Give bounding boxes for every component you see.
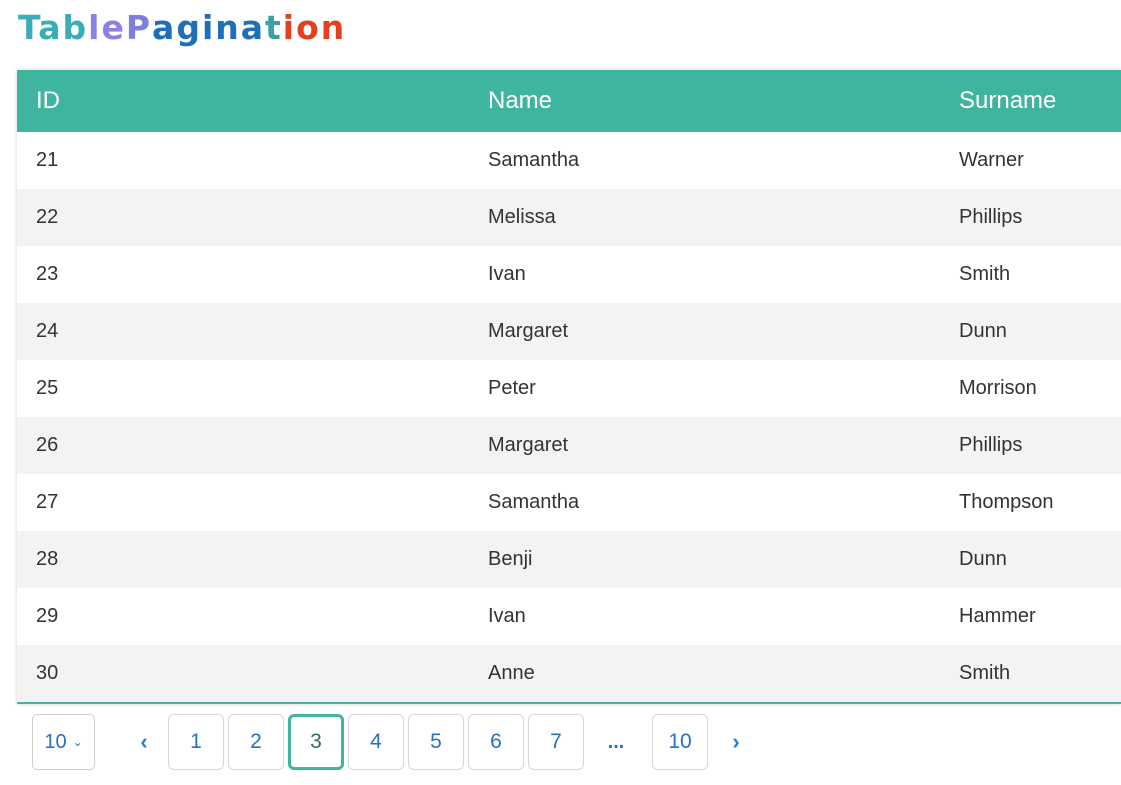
title-part: t bbox=[265, 8, 283, 47]
table-row: 28 Benji Dunn bbox=[17, 531, 1121, 588]
cell-surname: Phillips bbox=[959, 434, 1023, 456]
page-button-7[interactable]: 7 bbox=[528, 714, 584, 770]
cell-id: 21 bbox=[36, 149, 59, 171]
title-part: P bbox=[125, 8, 153, 47]
cell-name: Melissa bbox=[488, 206, 556, 228]
cell-surname: Phillips bbox=[959, 206, 1023, 228]
page-button-1[interactable]: 1 bbox=[168, 714, 224, 770]
cell-name: Anne bbox=[488, 662, 535, 684]
page-title: Table Pagination bbox=[18, 6, 346, 50]
table-row: 30 Anne Smith bbox=[17, 645, 1121, 702]
cell-id: 29 bbox=[36, 605, 59, 627]
cell-name: Peter bbox=[488, 377, 536, 399]
page-button-last[interactable]: 10 bbox=[652, 714, 708, 770]
table-row: 26 Margaret Phillips bbox=[17, 417, 1121, 474]
pagination-ellipsis: ... bbox=[607, 730, 625, 753]
title-part: le bbox=[88, 8, 126, 47]
cell-surname: Smith bbox=[959, 662, 1011, 684]
cell-surname: Dunn bbox=[959, 548, 1007, 570]
table-body: 21 Samantha Warner 22 Melissa Phillips 23 Ivan S… bbox=[17, 132, 1121, 702]
cell-surname: Smith bbox=[959, 263, 1011, 285]
cell-name: Ivan bbox=[488, 263, 526, 285]
table-row: 22 Melissa Phillips bbox=[17, 189, 1121, 246]
next-page-button[interactable]: › bbox=[712, 714, 760, 770]
table-row: 21 Samantha Warner bbox=[17, 132, 1121, 189]
page-button-5[interactable]: 5 bbox=[408, 714, 464, 770]
cell-surname: Warner bbox=[959, 149, 1024, 171]
cell-name: Samantha bbox=[488, 491, 580, 513]
page-list: 1234567 bbox=[168, 714, 588, 770]
table-row: 24 Margaret Dunn bbox=[17, 303, 1121, 360]
cell-name: Benji bbox=[488, 548, 533, 570]
table-row: 25 Peter Morrison bbox=[17, 360, 1121, 417]
table-card: ID Name Surname 21 Samantha Warner 22 Meliss… bbox=[17, 70, 1121, 704]
cell-id: 23 bbox=[36, 263, 59, 285]
chevron-right-icon: › bbox=[732, 729, 740, 754]
cell-surname: Thompson bbox=[959, 491, 1054, 513]
cell-name: Samantha bbox=[488, 149, 580, 171]
chevron-left-icon: ‹ bbox=[140, 729, 148, 754]
page-size-value: 10 bbox=[44, 730, 67, 753]
data-table: ID Name Surname 21 Samantha Warner 22 Meliss… bbox=[17, 70, 1121, 702]
cell-id: 27 bbox=[36, 491, 59, 513]
cell-id: 26 bbox=[36, 434, 59, 456]
cell-id: 25 bbox=[36, 377, 59, 399]
column-header-surname[interactable]: Surname bbox=[940, 70, 1121, 132]
title-part: agina bbox=[152, 8, 266, 47]
cell-id: 24 bbox=[36, 320, 59, 342]
header-row: ID Name Surname bbox=[17, 70, 1121, 132]
page-button-2[interactable]: 2 bbox=[228, 714, 284, 770]
page-button-4[interactable]: 4 bbox=[348, 714, 404, 770]
chevron-down-icon: ⌄ bbox=[72, 735, 83, 749]
title-part: ion bbox=[282, 8, 347, 47]
page-button-6[interactable]: 6 bbox=[468, 714, 524, 770]
column-header-id[interactable]: ID bbox=[17, 70, 469, 132]
page-size-select[interactable]: 10 ⌄ bbox=[32, 714, 95, 770]
table-row: 27 Samantha Thompson bbox=[17, 474, 1121, 531]
cell-name: Margaret bbox=[488, 320, 569, 342]
cell-id: 28 bbox=[36, 548, 59, 570]
pagination: 10 ⌄ ‹ 1234567 ... 10 › bbox=[32, 713, 760, 771]
cell-id: 30 bbox=[36, 662, 59, 684]
cell-surname: Morrison bbox=[959, 377, 1037, 399]
table-header: ID Name Surname bbox=[17, 70, 1121, 132]
table-row: 23 Ivan Smith bbox=[17, 246, 1121, 303]
cell-name: Margaret bbox=[488, 434, 569, 456]
cell-surname: Hammer bbox=[959, 605, 1036, 627]
cell-id: 22 bbox=[36, 206, 59, 228]
title-part: Tab bbox=[18, 8, 89, 47]
cell-surname: Dunn bbox=[959, 320, 1007, 342]
table-row: 29 Ivan Hammer bbox=[17, 588, 1121, 645]
page-button-3[interactable]: 3 bbox=[288, 714, 344, 770]
prev-page-button[interactable]: ‹ bbox=[120, 714, 168, 770]
cell-name: Ivan bbox=[488, 605, 526, 627]
column-header-name[interactable]: Name bbox=[469, 70, 940, 132]
